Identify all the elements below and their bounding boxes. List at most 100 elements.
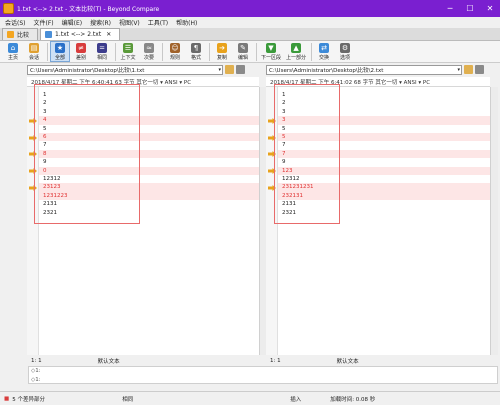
text-line[interactable]: 23123 [39,183,259,192]
text-line[interactable]: 123 [278,166,490,175]
text-line[interactable]: 12312 [39,175,259,183]
text-line[interactable]: 2 [39,99,259,107]
left-path-input[interactable]: C:\Users\Administrator\Desktop\比较\1.txt ▾ [27,64,223,75]
text-line[interactable]: 2321 [278,209,490,217]
text-line[interactable]: 1 [278,91,490,99]
copy-arrow-icon[interactable] [29,117,37,124]
menu-view[interactable]: 视图(V) [119,18,140,27]
folder-icon[interactable] [225,65,234,74]
menu-tools[interactable]: 工具(T) [148,18,168,27]
text-line[interactable]: 5 [278,133,490,142]
copy-arrow-icon[interactable] [29,151,37,158]
text-line[interactable]: 0 [39,166,259,175]
arrow-down-icon: ▼ [266,42,276,53]
text-line[interactable]: 7 [278,141,490,149]
menu-help[interactable]: 帮助(H) [176,18,197,27]
text-line[interactable]: 231231231 [278,183,490,192]
right-text-pane[interactable]: 1 2 3 3 5 5 7 7 9 123 12312 231231231 232131 2131 2321 [266,87,490,355]
text-line[interactable]: 1231223 [39,191,259,201]
cursor-position: 1: 1 [31,357,42,364]
left-file-info: 2018/4/17 星期二 下午 6:40:41 63 字节 其它一切 ▾ AN… [27,77,259,87]
right-scrollbar[interactable] [490,87,498,355]
line-detail-pane[interactable]: ◇1: ◇1: [28,366,498,384]
minimize-button[interactable]: ─ [440,0,460,17]
text-line[interactable]: 5 [39,125,259,133]
text-line[interactable]: 3 [278,116,490,125]
folder-icon[interactable] [464,65,473,74]
copy-button[interactable]: ➔ 复制 [212,41,232,62]
toolbar: ⌂ 主页 ▤ 会话 ★ 全部 ≠ 差别 = 相同 ☰ 上下文 ≈ 次要 ☺ 规则 ¶ 格式 ➔ 复制… [0,41,500,63]
text-line[interactable]: 7 [278,149,490,159]
gear-icon: ⚙ [340,42,351,53]
menu-bar: 会话(S) 文件(F) 编辑(E) 搜索(R) 视图(V) 工具(T) 帮助(H… [0,17,500,28]
toolbar-divider [311,42,313,61]
format-button[interactable]: ¶ 格式 [186,41,206,62]
copy-arrow-icon[interactable] [268,134,276,141]
menu-file[interactable]: 文件(F) [34,18,54,27]
tab-strip: 比较 1.txt <--> 2.txt ✕ [0,28,500,41]
text-line[interactable]: 9 [278,158,490,166]
options-button[interactable]: ⚙ 选项 [335,41,355,62]
rules-icon: ☺ [170,42,180,53]
context-button[interactable]: ☰ 上下文 [118,41,138,62]
text-line[interactable]: 2131 [278,200,490,208]
text-line[interactable]: 9 [39,158,259,166]
tab-compare[interactable]: 比较 [2,28,39,40]
text-line[interactable]: 12312 [278,175,490,183]
session-icon: ▤ [29,42,39,53]
edit-mode: 插入 [290,396,302,403]
maximize-button[interactable]: ☐ [460,0,480,17]
text-line[interactable]: 232131 [278,191,490,201]
tab-text-compare[interactable]: 1.txt <--> 2.txt ✕ [40,28,121,40]
text-line[interactable]: 4 [39,116,259,125]
home-button[interactable]: ⌂ 主页 [3,41,23,62]
show-diffs-button[interactable]: ≠ 差别 [71,41,91,62]
menu-edit[interactable]: 编辑(E) [62,18,82,27]
gutter [27,87,39,355]
edit-button[interactable]: ✎ 编辑 [233,41,253,62]
next-section-button[interactable]: ▼ 下一区段 [259,41,283,62]
show-same-button[interactable]: = 相同 [92,41,112,62]
right-path-input[interactable]: C:\Users\Administrator\Desktop\比较\2.txt ▾ [266,64,462,75]
copy-arrow-icon[interactable] [268,151,276,158]
text-line[interactable]: 1 [39,91,259,99]
copy-arrow-icon[interactable] [268,117,276,124]
detail-line-right: ◇1: [31,376,41,383]
text-line[interactable]: 3 [278,108,490,116]
arrow-right-icon: ➔ [217,42,227,53]
left-position-row: 1: 1 默认文本 [27,356,259,365]
copy-arrow-icon[interactable] [29,184,37,191]
save-icon[interactable] [236,65,245,74]
text-line[interactable]: 5 [278,125,490,133]
close-button[interactable]: ✕ [480,0,500,17]
detail-line-left: ◇1: [31,368,41,374]
copy-arrow-icon[interactable] [268,184,276,191]
prev-section-button[interactable]: ▲ 上一部分 [284,41,308,62]
menu-search[interactable]: 搜索(R) [90,18,111,27]
swap-button[interactable]: ⇄ 交换 [314,41,334,62]
session-button[interactable]: ▤ 会话 [24,41,44,62]
menu-session[interactable]: 会话(S) [5,18,26,27]
copy-arrow-icon[interactable] [29,134,37,141]
toolbar-divider [162,42,163,61]
text-line[interactable]: 2131 [39,200,259,208]
copy-arrow-icon[interactable] [29,168,37,175]
chevron-down-icon[interactable]: ▾ [218,67,221,73]
text-line[interactable]: 7 [39,141,259,149]
text-line[interactable]: 3 [39,108,259,116]
compare-state: 相同 [122,396,134,403]
minor-icon: ≈ [144,42,154,53]
chevron-down-icon[interactable]: ▾ [457,67,460,73]
save-icon[interactable] [475,65,484,74]
text-line[interactable]: 2 [278,99,490,107]
text-line[interactable]: 2321 [39,209,259,217]
text-line[interactable]: 6 [39,133,259,142]
minor-button[interactable]: ≈ 次要 [139,41,159,62]
right-file-info: 2018/4/17 星期二 下午 6:41:02 68 字节 其它一切 ▾ AN… [266,77,490,87]
show-all-button[interactable]: ★ 全部 [50,41,70,62]
left-text-pane[interactable]: 1 2 3 4 5 6 7 8 9 0 12312 23123 1231223 2131 2321 [27,87,259,355]
copy-arrow-icon[interactable] [268,168,276,175]
rules-button[interactable]: ☺ 规则 [165,41,185,62]
text-line[interactable]: 8 [39,149,259,159]
tab-close-icon[interactable]: ✕ [106,31,111,38]
